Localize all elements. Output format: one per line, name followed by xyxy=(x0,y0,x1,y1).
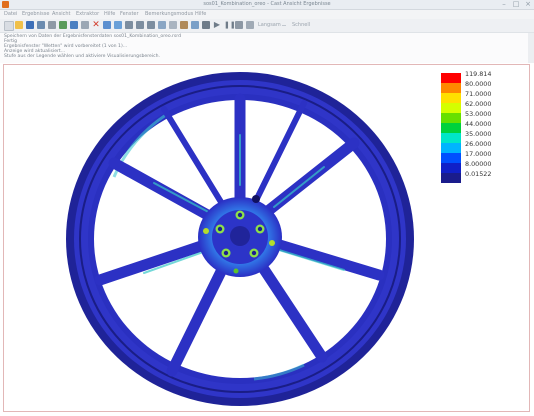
cursor-icon[interactable] xyxy=(202,21,210,29)
legend-value: 35.0000 xyxy=(465,130,492,138)
delete-icon[interactable]: ✕ xyxy=(92,21,100,30)
stop-icon[interactable] xyxy=(235,21,243,29)
legend-swatch xyxy=(441,143,461,153)
legend-swatch xyxy=(441,103,461,113)
menu-item-ergebnisse[interactable]: Ergebnisse xyxy=(22,10,49,19)
legend-swatch xyxy=(441,173,461,183)
print-icon[interactable] xyxy=(48,21,56,29)
zoom-in-icon[interactable] xyxy=(136,21,144,29)
title-bar: sos01_Kombination_oreo - Cast Ansicht Er… xyxy=(0,0,534,10)
legend-swatch xyxy=(441,93,461,103)
probe-icon[interactable] xyxy=(191,21,199,29)
legend-value: 53.0000 xyxy=(465,110,492,118)
pause-icon[interactable]: ❚❚ xyxy=(224,21,236,29)
view-icon[interactable] xyxy=(70,21,78,29)
close-icon[interactable]: × xyxy=(524,1,532,8)
legend-swatch xyxy=(441,83,461,93)
legend-value: 8.00000 xyxy=(465,160,492,168)
legend-value: 80.0000 xyxy=(465,80,492,88)
speed-label: Langsam xyxy=(258,22,281,28)
legend-swatch xyxy=(441,153,461,163)
export-icon[interactable] xyxy=(37,21,45,29)
menu-item-ansicht[interactable]: Ansicht xyxy=(52,10,70,19)
section-icon[interactable] xyxy=(169,21,177,29)
save-icon[interactable] xyxy=(26,21,34,29)
menu-item-hilfe[interactable]: Hilfe xyxy=(104,10,115,19)
console-scrollbar[interactable] xyxy=(528,33,534,63)
legend-value: 26.0000 xyxy=(465,140,492,148)
grid-icon[interactable] xyxy=(81,21,89,29)
legend-swatch xyxy=(441,163,461,173)
legend-value: 0.01522 xyxy=(465,170,492,178)
speed-slider[interactable] xyxy=(282,25,286,26)
fit-icon[interactable] xyxy=(158,21,166,29)
legend-value: 44.0000 xyxy=(465,120,492,128)
legend-swatch xyxy=(441,133,461,143)
window-title: sos01_Kombination_oreo - Cast Ansicht Er… xyxy=(203,1,331,7)
minimize-icon[interactable]: – xyxy=(500,1,508,8)
menu-item-hilfe-2[interactable]: Hilfe xyxy=(195,10,206,19)
menu-item-bemerkungsmodus[interactable]: Bemerkungsmodus xyxy=(145,10,193,19)
menu-item-datei[interactable]: Datei xyxy=(4,10,17,19)
zoom-icon[interactable] xyxy=(125,21,133,29)
step-icon[interactable] xyxy=(246,21,254,29)
legend-value: 71.0000 xyxy=(465,90,492,98)
toolbar: ✕ ▶ ❚❚ Langsam Schnell xyxy=(0,19,534,33)
measure-icon[interactable] xyxy=(180,21,188,29)
legend-swatch xyxy=(441,123,461,133)
console-line: Speichern von Daten der Ergebnisfensterd… xyxy=(4,34,182,39)
menu-item-fenster[interactable]: Fenster xyxy=(120,10,139,19)
legend-value: 119.814 xyxy=(465,70,492,78)
image-icon[interactable] xyxy=(59,21,67,29)
legend-swatch xyxy=(441,113,461,123)
pan-icon[interactable] xyxy=(114,21,122,29)
legend-swatch xyxy=(441,73,461,83)
maximize-icon[interactable]: □ xyxy=(512,1,520,8)
menu-bar: Datei Ergebnisse Ansicht Extraktor Hilfe… xyxy=(0,10,534,19)
legend-value: 62.0000 xyxy=(465,100,492,108)
axle-bore xyxy=(230,226,250,246)
message-console: Speichern von Daten der Ergebnisfensterd… xyxy=(0,33,534,63)
zoom-out-icon[interactable] xyxy=(147,21,155,29)
console-line: Stufe aus der Legende wählen und aktivie… xyxy=(4,54,161,59)
speed-max-label: Schnell xyxy=(292,22,311,28)
rotate-icon[interactable] xyxy=(103,21,111,29)
open-icon[interactable] xyxy=(15,21,23,29)
new-icon[interactable] xyxy=(4,21,14,31)
menu-item-extraktor[interactable]: Extraktor xyxy=(76,10,99,19)
legend-value: 17.0000 xyxy=(465,150,492,158)
play-icon[interactable]: ▶ xyxy=(213,21,221,29)
